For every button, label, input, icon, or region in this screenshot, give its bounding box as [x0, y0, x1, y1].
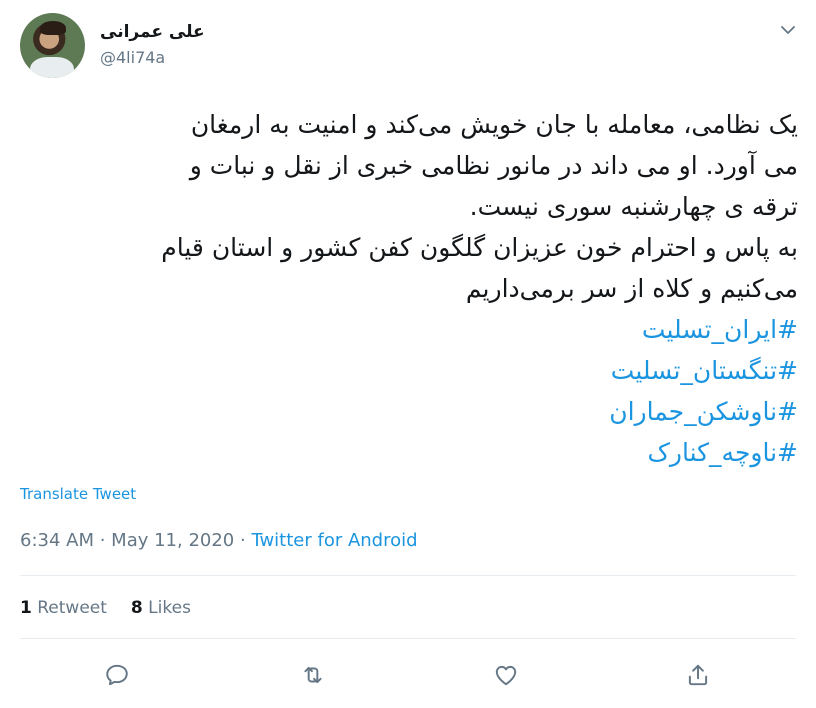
retweet-count: 1	[20, 598, 32, 618]
avatar[interactable]	[20, 13, 85, 78]
tweet-actions	[0, 655, 816, 695]
tweet-header: علی عمرانی @4li74a	[0, 0, 816, 92]
heart-icon	[495, 665, 517, 686]
likes-stat[interactable]: 8 Likes	[131, 598, 191, 618]
chevron-down-icon[interactable]	[776, 18, 800, 42]
divider	[20, 638, 796, 639]
retweet-button[interactable]	[293, 655, 333, 695]
author-handle[interactable]: @4li74a	[100, 48, 165, 67]
reply-icon	[106, 664, 128, 686]
translate-tweet-link[interactable]: Translate Tweet	[20, 485, 136, 503]
avatar-hair	[40, 21, 66, 35]
hashtag-link[interactable]: #ناوشکن_جماران	[18, 391, 798, 432]
tweet-meta: 6:34 AM · May 11, 2020 · Twitter for And…	[20, 530, 418, 551]
share-icon	[688, 664, 708, 686]
tweet-source-link[interactable]: Twitter for Android	[251, 530, 417, 551]
retweet-icon	[304, 666, 322, 684]
hashtag-link[interactable]: #ناوچه_کنارک	[18, 432, 798, 473]
retweet-label: Retweet	[37, 598, 107, 618]
tweet-time[interactable]: 6:34 AM	[20, 530, 94, 551]
reply-button[interactable]	[97, 655, 137, 695]
hashtag-link[interactable]: #ایران_تسلیت	[18, 309, 798, 350]
tweet-stats: 1 Retweet 8 Likes	[20, 598, 191, 618]
author-display-name[interactable]: علی عمرانی	[100, 22, 205, 42]
divider	[20, 575, 796, 576]
tweet-line: یک نظامی، معامله با جان خویش می‌کند و ام…	[190, 110, 798, 139]
like-button[interactable]	[486, 655, 526, 695]
share-button[interactable]	[678, 655, 718, 695]
likes-label: Likes	[148, 598, 191, 618]
tweet-line: می‌کنیم و کلاه از سر برمی‌داریم	[465, 274, 798, 303]
tweet-line: می آورد. او می داند در مانور نظامی خبری …	[189, 151, 798, 180]
tweet-text: یک نظامی، معامله با جان خویش می‌کند و ام…	[18, 104, 798, 473]
hashtag-link[interactable]: #تنگستان_تسلیت	[18, 350, 798, 391]
likes-count: 8	[130, 598, 143, 618]
tweet-date[interactable]: May 11, 2020	[111, 530, 234, 551]
tweet-line: به پاس و احترام خون عزیزان گلگون کفن کشو…	[161, 233, 798, 262]
retweet-stat[interactable]: 1 Retweet	[20, 598, 107, 618]
avatar-shirt	[30, 57, 74, 78]
meta-separator: ·	[94, 530, 112, 551]
tweet-line: ترقه ی چهارشنبه سوری نیست.	[469, 192, 798, 221]
meta-separator: ·	[234, 530, 252, 551]
